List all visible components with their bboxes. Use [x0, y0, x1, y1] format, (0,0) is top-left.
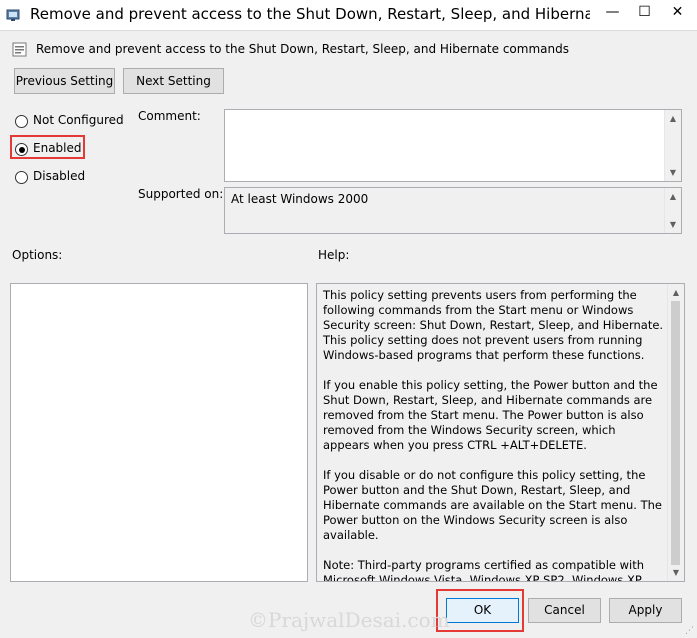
- scroll-up-arrow-icon[interactable]: ▲: [665, 188, 681, 205]
- help-text: This policy setting prevents users from …: [323, 288, 664, 582]
- scroll-up-arrow-icon[interactable]: ▲: [665, 110, 681, 127]
- options-label: Options:: [12, 248, 63, 262]
- enabled-highlight-box: [10, 135, 85, 159]
- comment-scrollbar[interactable]: ▲ ▼: [664, 110, 681, 181]
- supported-scrollbar[interactable]: ▲ ▼: [664, 188, 681, 233]
- resize-grip-icon[interactable]: ⋰: [685, 626, 695, 636]
- title-bar: Remove and prevent access to the Shut Do…: [0, 0, 697, 31]
- window-title: Remove and prevent access to the Shut Do…: [30, 5, 590, 23]
- watermark: ©PrajwalDesai.com: [248, 608, 450, 632]
- help-scrollbar[interactable]: ▲ ▼: [667, 284, 684, 581]
- help-paragraph: Note: Third-party programs certified as …: [323, 558, 645, 582]
- scroll-down-arrow-icon[interactable]: ▼: [668, 564, 684, 581]
- comment-label: Comment:: [138, 109, 201, 123]
- group-policy-icon: [6, 9, 20, 21]
- help-label: Help:: [318, 248, 350, 262]
- help-paragraph: This policy setting prevents users from …: [323, 288, 664, 362]
- radio-circle[interactable]: [15, 171, 28, 184]
- close-button[interactable]: ✕: [655, 0, 697, 26]
- policy-setting-icon: [12, 42, 27, 57]
- policy-name: Remove and prevent access to the Shut Do…: [36, 42, 569, 56]
- supported-on-box: At least Windows 2000 ▲ ▼: [224, 187, 682, 234]
- cancel-button[interactable]: Cancel: [528, 598, 601, 623]
- scroll-down-arrow-icon[interactable]: ▼: [665, 216, 681, 233]
- help-paragraph: If you enable this policy setting, the P…: [323, 378, 658, 452]
- previous-setting-button[interactable]: Previous Setting: [14, 68, 115, 94]
- supported-on-value: At least Windows 2000: [231, 192, 369, 206]
- help-panel: This policy setting prevents users from …: [316, 283, 685, 582]
- apply-button[interactable]: Apply: [609, 598, 682, 623]
- scroll-thumb[interactable]: [671, 301, 680, 565]
- scroll-up-arrow-icon[interactable]: ▲: [668, 284, 684, 301]
- radio-circle[interactable]: [15, 115, 28, 128]
- help-paragraph: If you disable or do not configure this …: [323, 468, 662, 542]
- comment-textarea[interactable]: ▲ ▼: [224, 109, 682, 182]
- scroll-down-arrow-icon[interactable]: ▼: [665, 164, 681, 181]
- next-setting-button[interactable]: Next Setting: [123, 68, 224, 94]
- radio-label: Disabled: [33, 169, 86, 183]
- radio-label: Not Configured: [33, 113, 124, 127]
- supported-on-label: Supported on:: [138, 187, 224, 201]
- options-panel: [10, 283, 308, 582]
